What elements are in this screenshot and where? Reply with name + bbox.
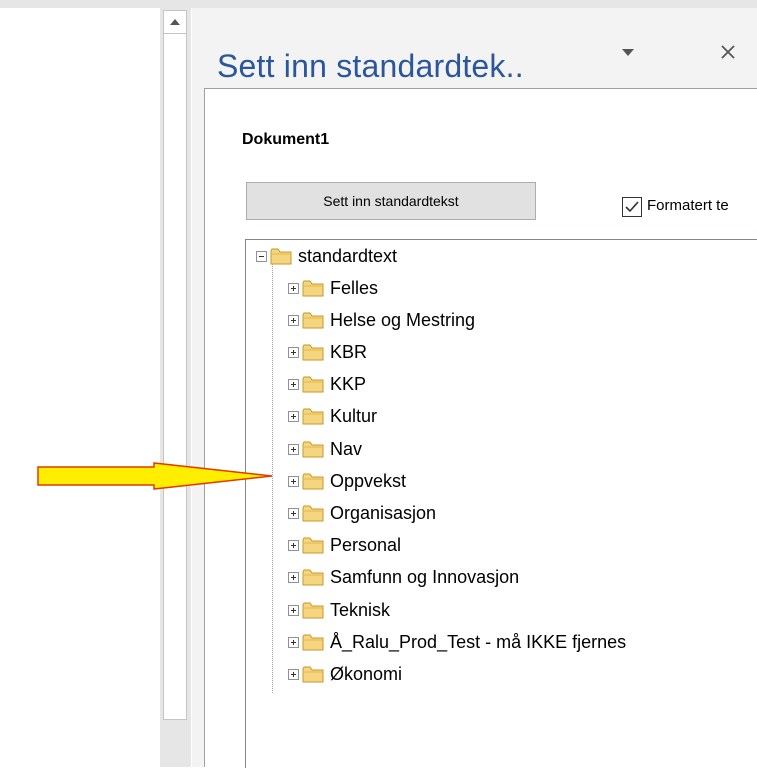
task-pane: Sett inn standardtek.. Dokument1 Sett in…: [192, 8, 757, 768]
tree-node-label: Teknisk: [330, 599, 391, 620]
tree-node-label: KKP: [330, 374, 367, 395]
expand-expander-icon[interactable]: [288, 507, 299, 519]
folder-icon: [270, 248, 292, 264]
tree-node[interactable]: Felles: [288, 276, 378, 300]
expand-expander-icon[interactable]: [288, 540, 299, 552]
document-area: [0, 8, 160, 767]
folder-icon: [302, 602, 324, 618]
tree-node-label: Helse og Mestring: [330, 309, 476, 330]
tree-node[interactable]: Samfunn og Innovasjon: [288, 566, 519, 590]
folder-icon: [302, 537, 324, 554]
tree-node-label: Organisasjon: [330, 502, 437, 523]
formatted-text-checkbox[interactable]: [622, 197, 642, 217]
tree-node[interactable]: Helse og Mestring: [288, 308, 475, 332]
tree-node-label: Å_Ralu_Prod_Test - må IKKE fjernes: [330, 631, 627, 652]
tree-node[interactable]: KBR: [288, 340, 367, 364]
chevron-down-icon: [622, 48, 634, 56]
pane-close-button[interactable]: [714, 38, 742, 66]
folder-icon: [302, 280, 324, 296]
tree-node[interactable]: Oppvekst: [288, 469, 406, 493]
scroll-up-button[interactable]: [163, 10, 187, 34]
folder-icon: [302, 473, 324, 490]
pane-options-button[interactable]: [616, 40, 640, 64]
tree-node-label: Felles: [330, 277, 379, 298]
expand-expander-icon[interactable]: [288, 443, 299, 455]
folder-icon: [302, 408, 324, 425]
folder-icon: [302, 569, 324, 586]
expand-expander-icon[interactable]: [288, 282, 299, 294]
tree-node-label: standardtext: [298, 245, 398, 266]
expand-expander-icon[interactable]: [288, 379, 299, 391]
formatted-text-label: Formatert te: [647, 197, 729, 214]
folder-icon: [302, 441, 324, 457]
tree-node-root[interactable]: standardtext: [256, 244, 397, 268]
expand-expander-icon[interactable]: [288, 604, 299, 616]
checkmark-icon: [625, 201, 639, 213]
pane-title: Sett inn standardtek..: [217, 48, 524, 84]
expand-expander-icon[interactable]: [288, 668, 299, 680]
pane-content: Dokument1 Sett inn standardtekst Formate…: [204, 88, 757, 768]
folder-icon: [302, 344, 324, 361]
tree-node[interactable]: Teknisk: [288, 598, 390, 622]
collapse-expander-icon[interactable]: [256, 250, 267, 262]
chevron-up-icon: [170, 19, 180, 25]
tree-node-label: Samfunn og Innovasjon: [330, 567, 520, 588]
folder-icon: [302, 376, 324, 393]
insert-standard-text-button[interactable]: Sett inn standardtekst: [246, 182, 536, 220]
tree-node-label: Økonomi: [330, 663, 403, 684]
expand-expander-icon[interactable]: [288, 475, 299, 487]
standard-text-tree[interactable]: standardtext Felles Helse og Mestring KBR K…: [245, 239, 757, 768]
folder-icon: [302, 505, 324, 522]
close-icon: [721, 45, 735, 59]
expand-expander-icon[interactable]: [288, 572, 299, 584]
top-strip: [0, 0, 757, 8]
tree-node-label: Kultur: [330, 406, 378, 427]
folder-icon: [302, 634, 324, 651]
tree-node-label: KBR: [330, 341, 368, 362]
expand-expander-icon[interactable]: [288, 314, 299, 326]
tree-node[interactable]: Nav: [288, 437, 362, 461]
scrollbar-track[interactable]: [163, 10, 187, 720]
tree-node[interactable]: KKP: [288, 373, 366, 397]
tree-node-label: Oppvekst: [330, 470, 407, 491]
document-name: Dokument1: [242, 131, 330, 148]
expand-expander-icon[interactable]: [288, 346, 299, 358]
folder-icon: [302, 666, 324, 683]
tree-node[interactable]: Å_Ralu_Prod_Test - må IKKE fjernes: [288, 630, 626, 654]
tree-node[interactable]: Kultur: [288, 405, 377, 429]
document-vertical-scrollbar[interactable]: [160, 8, 191, 767]
tree-node[interactable]: Organisasjon: [288, 501, 436, 525]
folder-icon: [302, 312, 324, 329]
expand-expander-icon[interactable]: [288, 636, 299, 648]
tree-node[interactable]: Økonomi: [288, 662, 402, 686]
arrow-right-icon: [37, 462, 273, 490]
tree-node-label: Personal: [330, 535, 402, 556]
tree-node-label: Nav: [330, 438, 363, 459]
tree-node[interactable]: Personal: [288, 534, 401, 558]
expand-expander-icon[interactable]: [288, 411, 299, 423]
